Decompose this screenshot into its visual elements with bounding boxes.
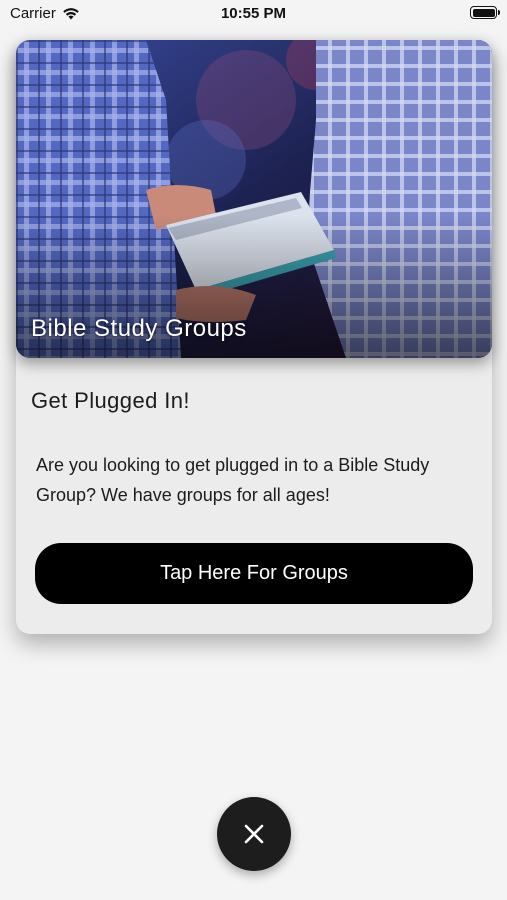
close-icon — [244, 824, 264, 844]
card-body-text: Are you looking to get plugged in to a B… — [36, 455, 430, 505]
hero-image: Bible Study Groups — [16, 40, 492, 358]
battery-icon — [470, 6, 500, 19]
bible-study-card: Bible Study Groups Get Plugged In! Are y… — [16, 40, 492, 634]
tap-here-for-groups-button[interactable]: Tap Here For Groups — [35, 543, 473, 604]
battery-level — [472, 8, 495, 17]
close-button[interactable] — [217, 797, 291, 871]
people-reading-bible-image — [16, 40, 492, 358]
card-heading: Get Plugged In! — [31, 388, 190, 413]
status-bar: Carrier 10:55 PM — [0, 0, 507, 28]
button-label: Tap Here For Groups — [160, 562, 348, 584]
status-time: 10:55 PM — [220, 5, 287, 22]
hero-title: Bible Study Groups — [31, 315, 247, 342]
